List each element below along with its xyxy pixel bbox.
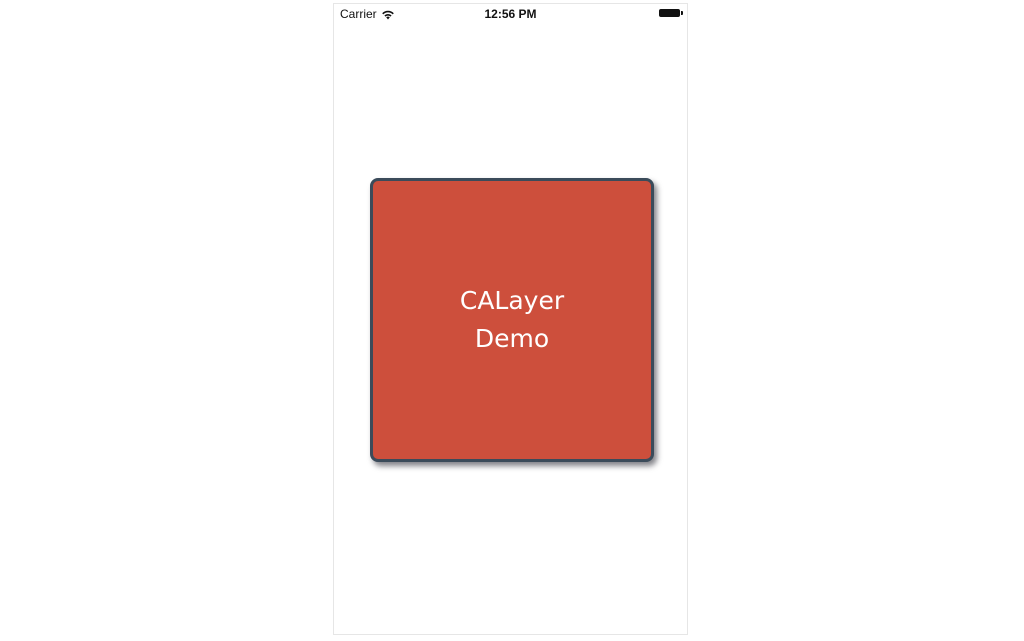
- battery-tip: [681, 11, 683, 15]
- battery-icon: [659, 9, 683, 17]
- calayer-demo-label: CALayer Demo: [373, 282, 651, 358]
- screen: Carrier 12:56 PM CALayer Demo: [0, 0, 1024, 641]
- label-line-1: CALayer: [459, 286, 565, 315]
- battery-level: [659, 9, 680, 17]
- status-bar: Carrier 12:56 PM: [334, 4, 687, 24]
- phone-screen: Carrier 12:56 PM CALayer Demo: [333, 3, 688, 635]
- status-time: 12:56 PM: [484, 7, 537, 21]
- label-line-2: Demo: [474, 324, 550, 353]
- calayer-demo-view[interactable]: CALayer Demo: [370, 178, 654, 462]
